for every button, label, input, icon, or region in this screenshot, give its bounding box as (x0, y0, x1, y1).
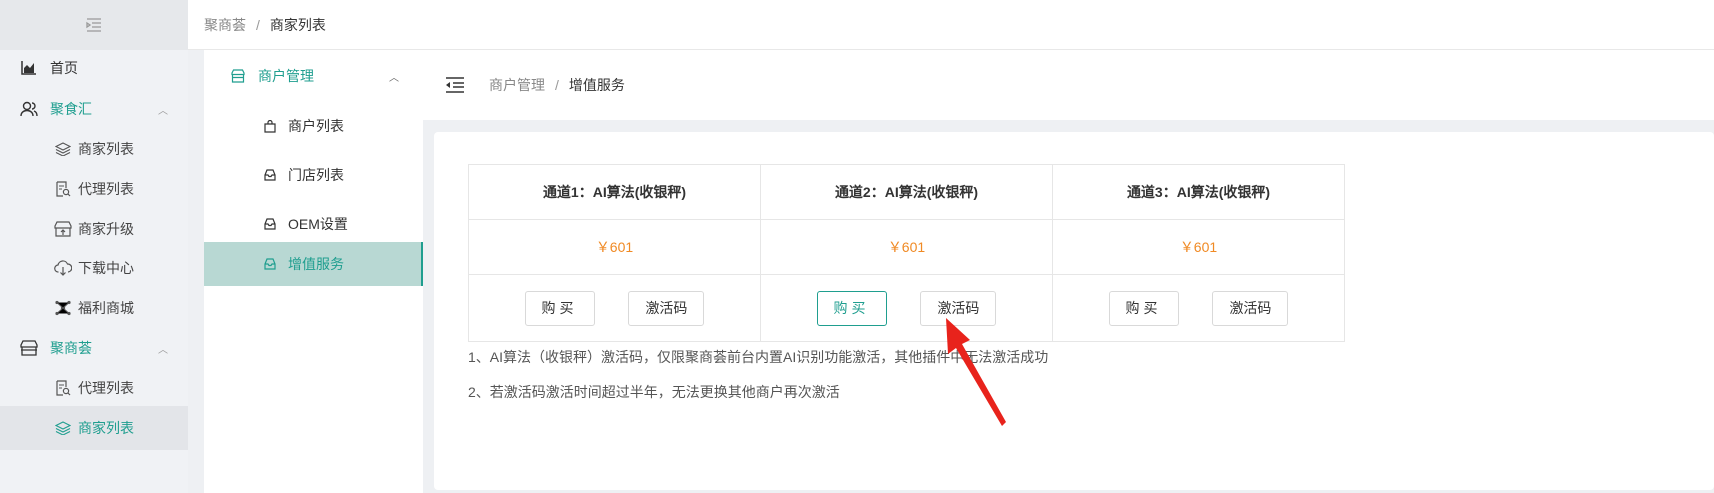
outer-menu-download-center[interactable]: 下载中心 (0, 246, 188, 290)
channel-price: ￥601 (760, 219, 1053, 275)
inner-menu-label: 商户列表 (288, 118, 344, 134)
buy-button[interactable]: 购买 (524, 290, 595, 326)
chevron-up-icon: ︿ (158, 106, 168, 117)
layers-icon (54, 419, 72, 437)
outer-menu-home-label: 首页 (50, 60, 78, 76)
outer-menu-agent-list[interactable]: 代理列表 (0, 167, 188, 211)
outer-menu-label: 下载中心 (78, 260, 134, 276)
table-header-row: 通道1：AI算法(收银秤) 通道2：AI算法(收银秤) 通道3：AI算法(收银秤… (468, 164, 1345, 220)
inner-menu-label: 门店列表 (288, 167, 344, 183)
inner-menu-oem-settings[interactable]: OEM设置 (204, 202, 423, 246)
channel-price: ￥601 (468, 219, 761, 275)
activation-code-button[interactable]: 激活码 (1212, 290, 1289, 326)
outer-menu-merchant-upgrade[interactable]: 商家升级 (0, 207, 188, 251)
inbox-icon (262, 216, 278, 232)
inner-menu-label: 增值服务 (288, 256, 344, 272)
inner-breadcrumb-current: 增值服务 (568, 77, 625, 93)
menu-fold-icon (446, 77, 464, 93)
breadcrumb-current: 商家列表 (269, 16, 326, 33)
inner-menu-label: OEM设置 (288, 216, 348, 232)
bag-icon (262, 118, 278, 134)
layers-icon (54, 140, 72, 158)
outer-menu-group-jushihui[interactable]: 聚食汇 ︿ (0, 87, 188, 131)
outer-menu-group-jushanghui[interactable]: 聚商荟 ︿ (0, 326, 188, 370)
inner-header: 商户管理 / 增值服务 (423, 50, 1714, 120)
inbox-icon (262, 167, 278, 183)
store-upgrade-icon (54, 220, 72, 238)
table-row: ￥601 ￥601 ￥601 (468, 219, 1345, 275)
breadcrumb-separator: / (555, 77, 559, 93)
outer-collapse-button[interactable] (0, 0, 188, 50)
outer-menu-label: 商家升级 (78, 221, 134, 237)
inner-menu-group-label: 商户管理 (258, 68, 314, 84)
chevron-up-icon: ︿ (389, 73, 399, 84)
inner-menu-group-merchant-mgmt[interactable]: 商户管理 ︿ (204, 54, 423, 98)
inner-sidebar: 商户管理 ︿ 商户列表 门店列表 OEM设置 增值服务 (204, 50, 423, 493)
note-line: 2、若激活码激活时间超过半年，无法更换其他商户再次激活 (468, 384, 840, 400)
outer-menu-label: 商家列表 (78, 420, 134, 436)
breadcrumb-separator: / (256, 16, 260, 33)
outer-menu-group-label: 聚商荟 (50, 340, 92, 356)
inner-menu-merchant-list[interactable]: 商户列表 (204, 104, 423, 148)
outer-breadcrumb: 聚商荟 / 商家列表 (188, 0, 1714, 50)
outer-menu-label: 商家列表 (78, 141, 134, 157)
outer-menu-label: 福利商城 (78, 300, 134, 316)
outer-menu-agent-list-2[interactable]: 代理列表 (0, 366, 188, 410)
users-icon (20, 100, 38, 118)
buy-button[interactable]: 购买 (816, 290, 887, 326)
document-search-icon (54, 379, 72, 397)
channel-title: 通道3：AI算法(收银秤) (1052, 164, 1345, 220)
channel-title: 通道1：AI算法(收银秤) (468, 164, 761, 220)
outer-menu-label: 代理列表 (78, 380, 134, 396)
inbox-icon (262, 256, 278, 272)
channel-title: 通道2：AI算法(收银秤) (760, 164, 1053, 220)
content-card: 通道1：AI算法(收银秤) 通道2：AI算法(收银秤) 通道3：AI算法(收银秤… (434, 132, 1714, 490)
annotation-arrow (946, 318, 1006, 426)
document-search-icon (54, 180, 72, 198)
outer-menu-label: 代理列表 (78, 181, 134, 197)
outer-sidebar: 首页 聚食汇 ︿ 商家列表 代理列表 商家升级 下载中心 福利商城 聚商荟 ︿ … (0, 0, 188, 493)
channel-price: ￥601 (1052, 219, 1345, 275)
menu-fold-toggle[interactable] (445, 77, 465, 93)
outer-menu-merchant-list-active[interactable]: 商家列表 (0, 406, 188, 450)
outer-menu-home[interactable]: 首页 (0, 46, 188, 90)
download-icon (54, 259, 72, 277)
chart-area-icon (20, 59, 38, 77)
channel-actions: 购买 激活码 (468, 274, 761, 342)
outer-menu-merchant-list[interactable]: 商家列表 (0, 127, 188, 171)
outer-menu-welfare-mall[interactable]: 福利商城 (0, 286, 188, 330)
store-icon (230, 68, 246, 84)
network-icon (54, 299, 72, 317)
activation-code-button[interactable]: 激活码 (628, 290, 705, 326)
menu-fold-icon (86, 18, 101, 32)
channel-actions: 购买 激活码 (1052, 274, 1345, 342)
shop-icon (20, 339, 38, 357)
breadcrumb-root[interactable]: 聚商荟 (204, 15, 246, 35)
inner-breadcrumb-root[interactable]: 商户管理 (489, 75, 545, 95)
inner-menu-store-list[interactable]: 门店列表 (204, 153, 423, 197)
outer-menu-group-label: 聚食汇 (50, 101, 92, 117)
table-row: 购买 激活码 购买 激活码 购买 激活码 (468, 274, 1345, 342)
inner-menu-value-added-service[interactable]: 增值服务 (204, 242, 423, 286)
buy-button[interactable]: 购买 (1108, 290, 1179, 326)
chevron-up-icon: ︿ (158, 345, 168, 356)
channel-table: 通道1：AI算法(收银秤) 通道2：AI算法(收银秤) 通道3：AI算法(收银秤… (468, 164, 1345, 342)
